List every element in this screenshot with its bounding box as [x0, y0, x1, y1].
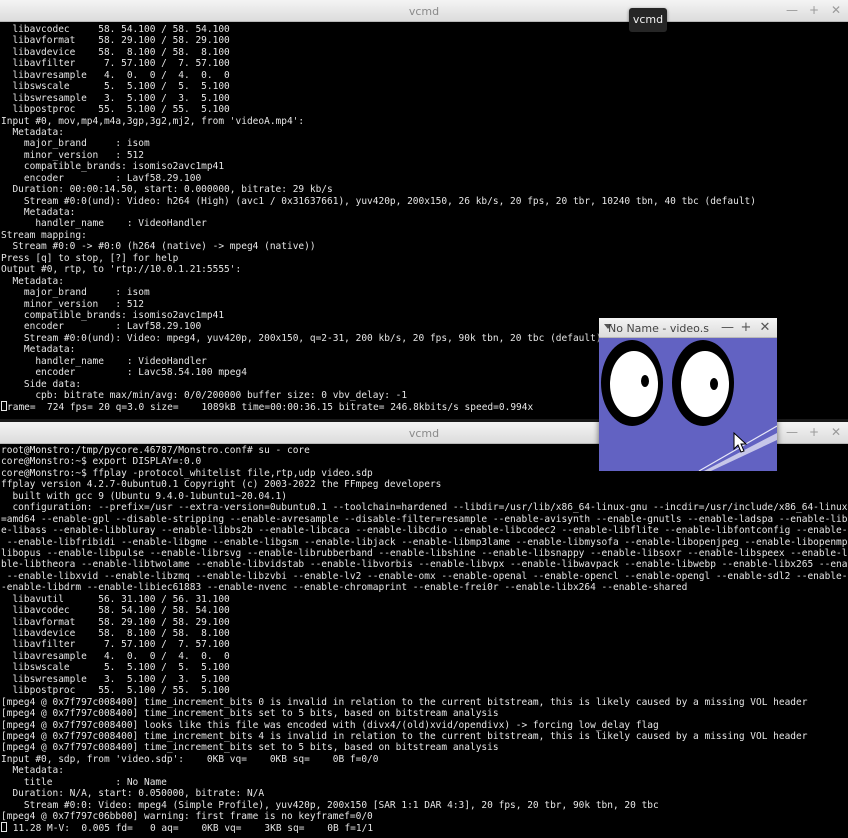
- terminal-line: major_brand : isom: [1, 138, 150, 150]
- terminal-line: --enable-libfribidi --enable-libgme --en…: [1, 536, 848, 548]
- close-icon[interactable]: ✕: [830, 3, 842, 17]
- terminal-line: [mpeg4 @ 0x7f797c008400] looks like this…: [1, 719, 659, 731]
- terminal-line: libavutil 56. 31.100 / 56. 31.100: [1, 593, 230, 605]
- terminal-line: configuration: --prefix=/usr --extra-ver…: [1, 502, 848, 514]
- terminal-line: libswresample 3. 5.100 / 3. 5.100: [1, 92, 230, 104]
- terminal-line: libavfilter 7. 57.100 / 7. 57.100: [1, 639, 230, 651]
- terminal-line: Duration: 00:00:14.50, start: 0.000000, …: [1, 184, 333, 196]
- terminal-line: -enable-libdrm --enable-libiec61883 --en…: [1, 582, 688, 594]
- cartoon-eye-left: [601, 340, 663, 426]
- terminal-titlebar[interactable]: vcmd — + ✕: [0, 0, 848, 22]
- terminal-line: major_brand : isom: [1, 287, 150, 299]
- terminal-line: libswscale 5. 5.100 / 5. 5.100: [1, 81, 230, 93]
- terminal-line: [mpeg4 @ 0x7f797c008400] time_increment_…: [1, 708, 499, 720]
- terminal-line: libavfilter 7. 57.100 / 7. 57.100: [1, 58, 230, 70]
- close-icon[interactable]: ✕: [830, 425, 842, 439]
- video-frame[interactable]: [599, 338, 777, 471]
- video-content-image: [599, 338, 777, 471]
- status-text: 11.28 M-V: 0.005 fd= 0 aq= 0KB vq= 3KB s…: [7, 823, 374, 834]
- terminal-line: ffplay version 4.2.7-0ubuntu0.1 Copyrigh…: [1, 479, 442, 491]
- terminal-line: encoder : Lavf58.29.100: [1, 172, 202, 184]
- terminal-line: [mpeg4 @ 0x7f797c06bb00] warning: first …: [1, 811, 373, 822]
- terminal-line: minor_version : 512: [1, 298, 144, 310]
- terminal-line: libopus --enable-libpulse --enable-librs…: [1, 547, 848, 559]
- terminal-line: Press [q] to stop, [?] for help: [1, 252, 179, 264]
- terminal-line: Metadata:: [1, 126, 64, 138]
- terminal-line: Input #0, mov,mp4,m4a,3gp,3g2,mj2, from …: [1, 115, 305, 127]
- window-tooltip: vcmd: [629, 8, 667, 32]
- terminal-line: [mpeg4 @ 0x7f797c008400] time_increment_…: [1, 742, 499, 754]
- terminal-output[interactable]: root@Monstro:/tmp/pycore.46787/Monstro.c…: [1, 445, 848, 834]
- terminal-line: Metadata:: [1, 275, 64, 287]
- terminal-line: libswscale 5. 5.100 / 5. 5.100: [1, 662, 230, 674]
- terminal-line: libavdevice 58. 8.100 / 58. 8.100: [1, 628, 230, 639]
- terminal-line: libswresample 3. 5.100 / 3. 5.100: [1, 673, 230, 685]
- terminal-line: [mpeg4 @ 0x7f797c008400] time_increment_…: [1, 730, 808, 742]
- terminal-line: Metadata:: [1, 207, 76, 218]
- close-icon[interactable]: ✕: [759, 320, 771, 335]
- terminal-line: Metadata:: [1, 765, 64, 777]
- terminal-line: Duration: N/A, start: 0.050000, bitrate:…: [1, 788, 265, 800]
- terminal-line: Stream #0:0(und): Video: h264 (High) (av…: [1, 195, 756, 207]
- terminal-window-bottom[interactable]: vcmd — + ✕ root@Monstro:/tmp/pycore.4678…: [0, 422, 848, 838]
- maximize-icon[interactable]: +: [808, 425, 820, 439]
- terminal-line: Stream #0:0 -> #0:0 (h264 (native) -> mp…: [1, 241, 316, 253]
- terminal-line: libavresample 4. 0. 0 / 4. 0. 0: [1, 650, 230, 662]
- minimize-icon[interactable]: —: [786, 3, 798, 17]
- terminal-line: compatible_brands: isomiso2avc1mp41: [1, 161, 225, 173]
- maximize-icon[interactable]: +: [740, 320, 752, 335]
- terminal-line: libavformat 58. 29.100 / 58. 29.100: [1, 35, 230, 47]
- terminal-line: libavcodec 58. 54.100 / 58. 54.100: [1, 24, 230, 35]
- cartoon-eye-right: [672, 340, 734, 426]
- maximize-icon[interactable]: +: [808, 3, 820, 17]
- player-titlebar[interactable]: No Name - video.s — + ✕: [599, 318, 777, 338]
- terminal-line: --enable-libxvid --enable-libzmq --enabl…: [1, 570, 848, 582]
- terminal-line: built with gcc 9 (Ubuntu 9.4.0-1ubuntu1~…: [1, 490, 287, 502]
- terminal-line: minor_version : 512: [1, 149, 144, 161]
- terminal-line: libavcodec 58. 54.100 / 58. 54.100: [1, 605, 230, 617]
- terminal-line: Input #0, sdp, from 'video.sdp': 0KB vq=…: [1, 753, 379, 765]
- terminal-status-line: 11.28 M-V: 0.005 fd= 0 aq= 0KB vq= 3KB s…: [1, 822, 848, 834]
- terminal-line: Stream #0:0: Video: mpeg4 (Simple Profil…: [1, 799, 659, 811]
- terminal-line: ble-libtheora --enable-libtwolame --enab…: [1, 559, 848, 571]
- terminal-line: libavdevice 58. 8.100 / 58. 8.100: [1, 46, 230, 58]
- terminal-line: title : No Name: [1, 776, 167, 788]
- terminal-line: handler_name : VideoHandler: [1, 218, 207, 230]
- terminal-line: [mpeg4 @ 0x7f797c008400] time_increment_…: [1, 696, 808, 708]
- status-text: rame= 724 fps= 20 q=3.0 size= 1089kB tim…: [7, 402, 534, 413]
- terminal-line: libpostproc 55. 5.100 / 55. 5.100: [1, 104, 230, 116]
- window-title: vcmd: [408, 5, 440, 18]
- terminal-line: libavresample 4. 0. 0 / 4. 0. 0: [1, 69, 230, 81]
- minimize-icon[interactable]: —: [786, 425, 798, 439]
- terminal-line: =amd64 --enable-gpl --disable-stripping …: [1, 513, 848, 525]
- video-player-window[interactable]: No Name - video.s — + ✕: [599, 318, 777, 471]
- terminal-line: libavformat 58. 29.100 / 58. 29.100: [1, 616, 230, 628]
- terminal-line: Stream mapping:: [1, 229, 87, 241]
- terminal-line: e-libass --enable-libbluray --enable-lib…: [1, 525, 848, 537]
- minimize-icon[interactable]: —: [721, 320, 734, 335]
- terminal-line: Output #0, rtp, to 'rtp://10.0.1.21:5555…: [1, 264, 242, 276]
- terminal-line: libpostproc 55. 5.100 / 55. 5.100: [1, 685, 230, 697]
